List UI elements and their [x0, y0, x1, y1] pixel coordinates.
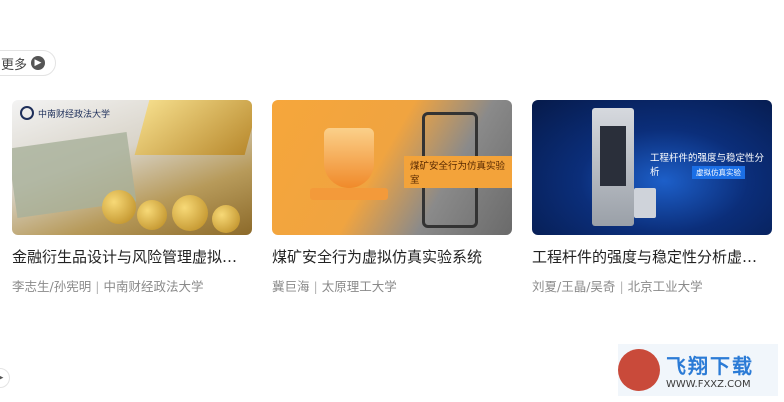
- course-school: 中南财经政法大学: [103, 279, 204, 294]
- shield-icon: [324, 128, 374, 188]
- coin-image: [212, 205, 240, 233]
- controller-image: [634, 188, 656, 218]
- coin-image: [102, 190, 136, 224]
- course-meta: 冀巨海 | 太原理工大学: [272, 278, 512, 296]
- course-thumbnail[interactable]: 中南财经政法大学: [12, 100, 252, 235]
- coin-image: [137, 200, 167, 230]
- more-button-label: 更多: [1, 57, 28, 73]
- course-school: 北京工业大学: [627, 279, 703, 294]
- coin-image: [172, 195, 208, 231]
- chevron-right-icon[interactable]: ▶: [0, 368, 10, 388]
- watermark-logo-icon: [618, 349, 660, 391]
- course-thumbnail[interactable]: 煤矿安全行为仿真实验室: [272, 100, 512, 235]
- course-meta: 刘夏/王晶/吴奇 | 北京工业大学: [532, 278, 772, 296]
- course-teachers: 李志生/孙宪明: [12, 279, 92, 294]
- thumbnail-sublabel: 虚拟仿真实验: [692, 166, 745, 179]
- course-thumbnail[interactable]: 工程杆件的强度与稳定性分析 虚拟仿真实验: [532, 100, 772, 235]
- meta-separator: |: [95, 279, 100, 294]
- more-button[interactable]: 更多 ▶: [0, 50, 57, 76]
- university-seal-icon: [20, 106, 34, 120]
- course-meta: 李志生/孙宪明 | 中南财经政法大学: [12, 278, 252, 296]
- pedestal-image: [310, 188, 388, 200]
- course-title[interactable]: 工程杆件的强度与稳定性分析虚拟仿真实验: [532, 247, 772, 267]
- course-title[interactable]: 煤矿安全行为虚拟仿真实验系统: [272, 247, 512, 267]
- thumbnail-label: 煤矿安全行为仿真实验室: [404, 156, 512, 188]
- chevron-right-icon: ▶: [31, 56, 46, 70]
- course-school: 太原理工大学: [321, 279, 397, 294]
- course-teachers: 刘夏/王晶/吴奇: [532, 279, 616, 294]
- course-title[interactable]: 金融衍生品设计与风险管理虚拟仿真实验: [12, 247, 252, 267]
- meta-separator: |: [619, 279, 624, 294]
- site-watermark: 飞翔下载 WWW.FXXZ.COM: [618, 344, 778, 396]
- course-card[interactable]: 中南财经政法大学 金融衍生品设计与风险管理虚拟仿真实验 李志生/孙宪明|中南财经…: [12, 100, 252, 296]
- course-card[interactable]: 煤矿安全行为仿真实验室 煤矿安全行为虚拟仿真实验系统 冀巨海 | 太原理工大学: [272, 100, 512, 296]
- gold-bar-image: [134, 100, 252, 155]
- watermark-url: WWW.FXXZ.COM: [666, 379, 751, 390]
- watermark-title: 飞翔下载: [666, 354, 754, 378]
- meta-separator: |: [313, 279, 318, 294]
- course-card[interactable]: 工程杆件的强度与稳定性分析 虚拟仿真实验 工程杆件的强度与稳定性分析虚拟仿真实验…: [532, 100, 772, 296]
- university-logo: 中南财经政法大学: [20, 106, 110, 120]
- course-teachers: 冀巨海: [272, 279, 310, 294]
- testing-machine-image: [592, 108, 634, 226]
